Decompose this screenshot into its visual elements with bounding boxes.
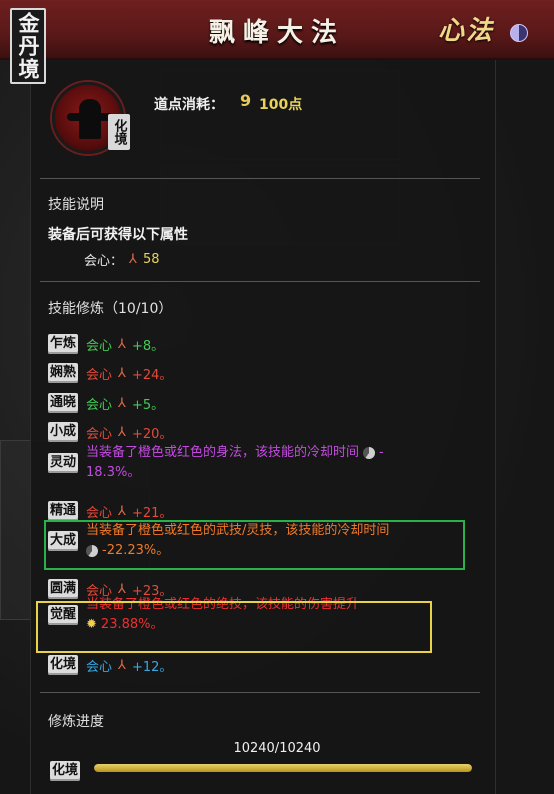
- effect-line1: 当装备了橙色或红色的身法，该技能的冷却时间: [86, 445, 360, 460]
- effect-stat-name: 会心: [86, 659, 113, 675]
- category-mark: 心法: [438, 16, 495, 46]
- dao-point-icon: 9: [240, 91, 252, 110]
- realm-tag: 金丹境: [10, 8, 46, 84]
- highlight-box-yellow: [36, 601, 432, 653]
- level-effect-text: 会心 ⅄ +8。: [86, 335, 164, 354]
- level-tag: 乍炼: [48, 334, 79, 354]
- cost-value: 100点: [259, 97, 303, 113]
- progress-value: 10240/10240: [233, 741, 321, 756]
- effect-line2: 18.3%。: [86, 465, 141, 480]
- crit-trident-icon: ⅄: [118, 503, 126, 519]
- crit-trident-icon: ⅄: [118, 657, 126, 673]
- yin-yang-icon[interactable]: [510, 24, 528, 42]
- stat-name: 会心：: [84, 254, 124, 269]
- header-bar: 飘峰大法 心法: [0, 0, 554, 60]
- training-title: 技能修炼（10/10）: [48, 301, 173, 317]
- level-effect-text: 当装备了橙色或红色的身法，该技能的冷却时间 - 18.3%。: [86, 443, 466, 483]
- crit-trident-icon: ⅄: [118, 395, 126, 411]
- effect-stat-name: 会心: [86, 426, 113, 442]
- stat-value: 58: [142, 252, 160, 267]
- level-effect-text: 会心 ⅄ +5。: [86, 394, 164, 413]
- training-level-row: 娴熟 会心 ⅄ +24。: [48, 362, 172, 384]
- progress-fill: [94, 764, 472, 772]
- training-level-row: 精通 会心 ⅄ +21。: [48, 500, 172, 522]
- effect-stat-name: 会心: [86, 338, 113, 354]
- level-tag: 灵动: [48, 453, 79, 473]
- effect-stat-name: 会心: [86, 505, 113, 521]
- effect-value: +8。: [131, 338, 165, 354]
- effect-stat-name: 会心: [86, 367, 113, 383]
- level-effect-text: 会心 ⅄ +12。: [86, 656, 172, 675]
- effect-value: +20。: [131, 426, 173, 442]
- effect-value: +5。: [131, 397, 165, 413]
- level-effect-text: 会心 ⅄ +20。: [86, 423, 172, 442]
- effect-value: +21。: [131, 505, 173, 521]
- effect-stat-name: 会心: [86, 397, 113, 413]
- divider: [40, 178, 480, 179]
- level-effect-text: 会心 ⅄ +24。: [86, 364, 172, 383]
- crit-trident-icon: ⅄: [118, 336, 126, 352]
- training-level-row: 小成 会心 ⅄ +20。: [48, 421, 172, 443]
- cost-label: 道点消耗：: [154, 97, 224, 113]
- effect-value: +12。: [131, 659, 173, 675]
- divider: [40, 281, 480, 282]
- crit-trident-icon: ⅄: [118, 424, 126, 440]
- training-level-row: 化境 会心 ⅄ +12。: [48, 654, 172, 676]
- progress-title: 修炼进度: [48, 714, 104, 730]
- training-level-row: 通晓 会心 ⅄ +5。: [48, 392, 164, 414]
- highlight-box-green: [44, 520, 465, 570]
- training-level-row: 灵动 当装备了橙色或红色的身法，该技能的冷却时间 - 18.3%。: [48, 445, 466, 480]
- level-tag: 化境: [48, 655, 79, 675]
- effect-suffix: -: [379, 445, 384, 460]
- cooldown-icon: [363, 446, 376, 459]
- training-level-row: 乍炼 会心 ⅄ +8。: [48, 333, 164, 355]
- level-tag: 化境: [50, 761, 81, 781]
- level-tag: 精通: [48, 501, 79, 521]
- level-effect-text: 会心 ⅄ +21。: [86, 502, 172, 521]
- figure-icon: [67, 99, 113, 139]
- stat-row: 会心： ⅄ 58: [84, 250, 160, 269]
- equip-description: 装备后可获得以下属性: [48, 227, 188, 243]
- divider: [40, 692, 480, 693]
- effect-value: +24。: [131, 367, 173, 383]
- description-title: 技能说明: [48, 197, 104, 213]
- progress-level-tag: 化境: [50, 759, 88, 781]
- crit-trident-icon: ⅄: [129, 252, 137, 267]
- crit-trident-icon: ⅄: [118, 365, 126, 381]
- level-tag: 娴熟: [48, 363, 79, 383]
- skill-level-badge: 化境: [108, 114, 130, 150]
- level-tag: 通晓: [48, 393, 79, 413]
- level-tag: 小成: [48, 422, 79, 442]
- progress-bar: [94, 764, 472, 772]
- level-tag: 圆满: [48, 579, 79, 599]
